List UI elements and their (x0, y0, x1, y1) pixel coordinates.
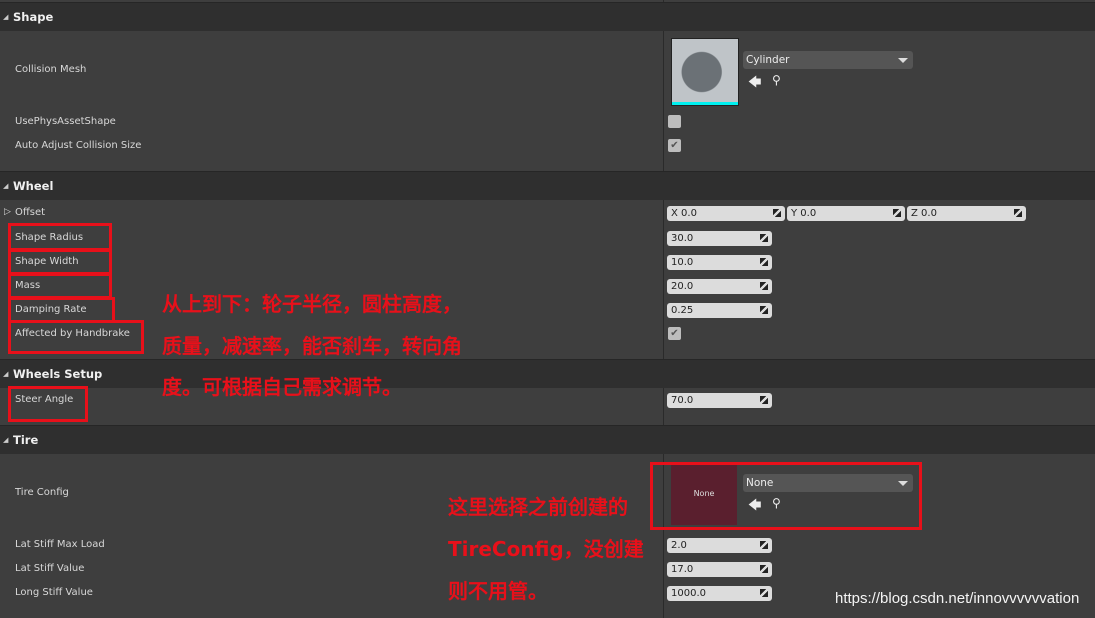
highlight-box (650, 462, 922, 530)
use-phys-checkbox[interactable] (668, 115, 681, 128)
highlight-box (8, 273, 112, 299)
collapse-icon: ◢ (3, 370, 9, 378)
collapse-icon: ◢ (3, 13, 9, 21)
section-tire[interactable]: ◢ Tire (0, 425, 1095, 454)
annotation-text: TireConfig，没创建 (448, 537, 644, 561)
long-stiff-value-input[interactable]: 1000.0 (667, 586, 772, 601)
collapse-icon: ◢ (3, 436, 9, 444)
highlight-box (8, 386, 88, 422)
offset-y-input[interactable]: Y 0.0 (787, 206, 905, 221)
label-offset: Offset (15, 207, 46, 218)
highlight-box (8, 223, 112, 251)
label-long-stiff-value: Long Stiff Value (15, 587, 93, 598)
shape-radius-input[interactable]: 30.0 (667, 231, 772, 246)
chevron-down-icon (898, 58, 908, 63)
expand-icon[interactable]: ▷ (4, 207, 11, 217)
label-use-phys: UsePhysAssetShape (15, 116, 116, 127)
offset-x-input[interactable]: X 0.0 (667, 206, 785, 221)
steer-angle-input[interactable]: 70.0 (667, 393, 772, 408)
label-collision-mesh: Collision Mesh (15, 64, 87, 75)
handbrake-checkbox[interactable]: ✔ (668, 327, 681, 340)
lat-stiff-max-load-input[interactable]: 2.0 (667, 538, 772, 553)
annotation-text: 质量，减速率，能否刹车，转向角 (162, 334, 462, 358)
offset-z-input[interactable]: Z 0.0 (907, 206, 1026, 221)
search-icon[interactable]: ⚲ (772, 73, 781, 87)
lat-stiff-value-input[interactable]: 17.0 (667, 562, 772, 577)
mass-input[interactable]: 20.0 (667, 279, 772, 294)
watermark: https://blog.csdn.net/innovvvvvvation (835, 590, 1080, 607)
label-auto-adjust: Auto Adjust Collision Size (15, 140, 142, 151)
auto-adjust-checkbox[interactable]: ✔ (668, 139, 681, 152)
label-tire-config: Tire Config (15, 487, 69, 498)
section-shape[interactable]: ◢ Shape (0, 2, 1095, 31)
collision-mesh-dropdown[interactable]: Cylinder (743, 51, 913, 69)
annotation-text: 从上到下：轮子半径，圆柱高度， (162, 292, 462, 316)
highlight-box (8, 320, 144, 354)
collapse-icon: ◢ (3, 182, 9, 190)
label-lat-stiff-value: Lat Stiff Value (15, 563, 85, 574)
use-selected-arrow-icon[interactable]: 🡄 (748, 73, 761, 95)
mesh-thumbnail[interactable] (671, 38, 739, 106)
section-wheel[interactable]: ◢ Wheel (0, 171, 1095, 200)
annotation-text: 度。可根据自己需求调节。 (162, 375, 402, 399)
annotation-text: 这里选择之前创建的 (448, 495, 628, 519)
annotation-text: 则不用管。 (448, 579, 548, 603)
damping-rate-input[interactable]: 0.25 (667, 303, 772, 318)
highlight-box (8, 249, 112, 275)
shape-width-input[interactable]: 10.0 (667, 255, 772, 270)
label-lat-stiff-max-load: Lat Stiff Max Load (15, 539, 105, 550)
